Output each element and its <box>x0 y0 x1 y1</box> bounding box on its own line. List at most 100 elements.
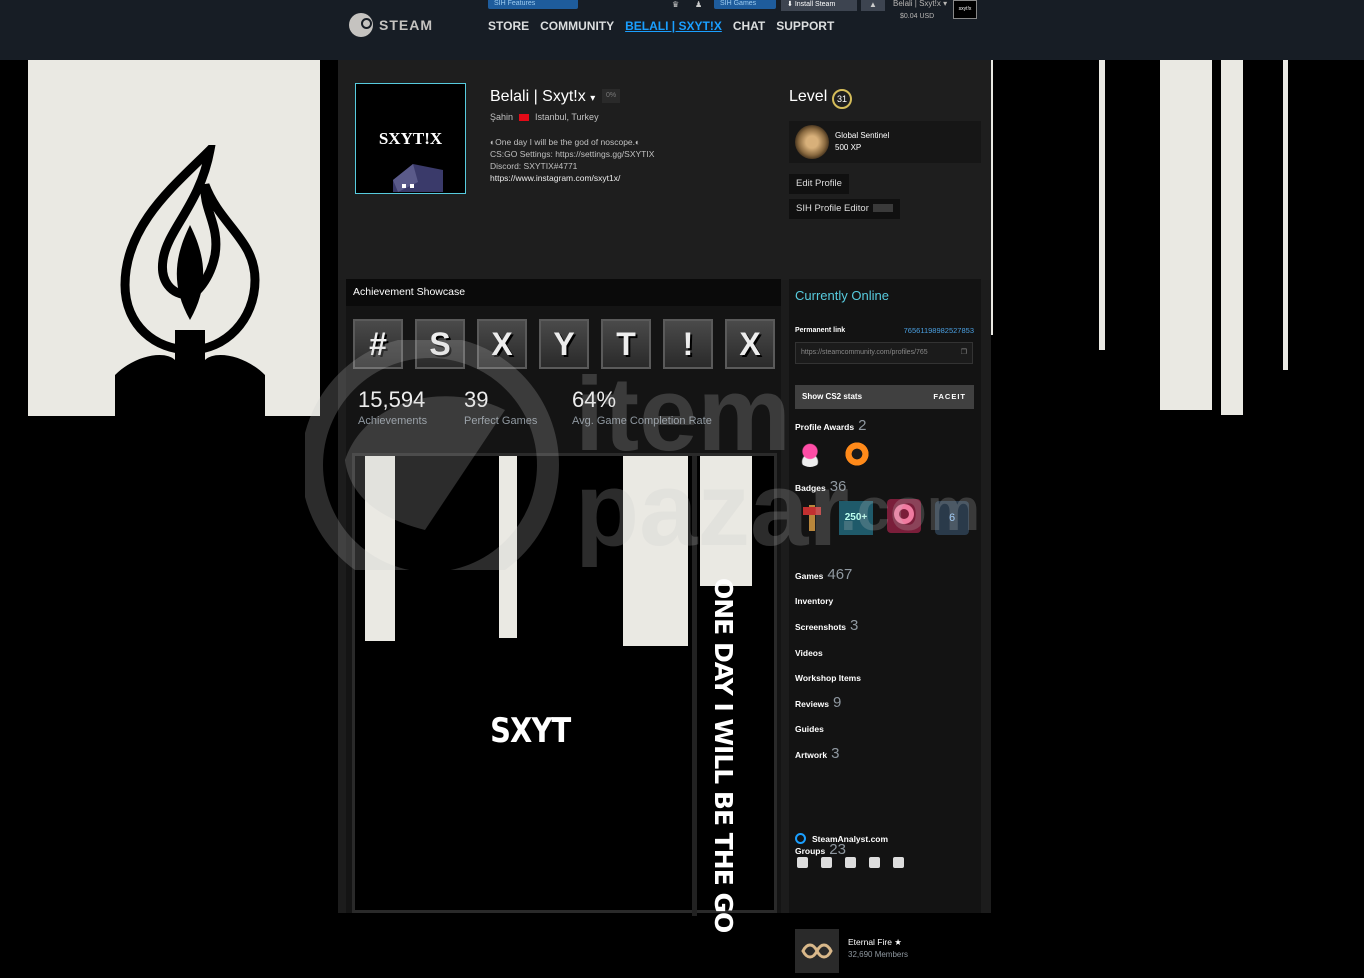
house-icon <box>393 164 443 192</box>
top-navigation-bar: SIH Features SIH Games ♛ ♟ ⬇ Install Ste… <box>0 0 1364 60</box>
background-stripe <box>1160 60 1212 410</box>
nav-store[interactable]: STORE <box>488 19 529 33</box>
steam-logo-text: STEAM <box>379 17 433 33</box>
group-members: 32,690 Members <box>848 950 909 959</box>
account-menu[interactable]: Belali | Sxyt!x ▾ <box>893 0 947 8</box>
nav-profile[interactable]: BELALI | SXYT!X <box>625 19 722 33</box>
artwork-stripe <box>623 456 688 646</box>
install-steam-label: Install Steam <box>794 1 836 8</box>
games-link[interactable]: Games 467 <box>795 566 852 583</box>
service-badge-icon[interactable]: 6 <box>935 501 969 535</box>
showcase-title: Achievement Showcase <box>346 279 781 306</box>
permanent-link-id[interactable]: 76561198982527853 <box>904 326 974 335</box>
stat-value: 39 <box>464 387 489 412</box>
artwork-link[interactable]: Artwork 3 <box>795 745 839 762</box>
level-label: Level <box>789 88 828 105</box>
achievement-tile[interactable]: Y <box>539 319 589 369</box>
badges-link[interactable]: Badges 36 <box>795 478 846 495</box>
group-avatar[interactable] <box>795 929 839 973</box>
global-sentinel-icon <box>795 125 829 159</box>
artwork-showcase[interactable]: SXYT ONE DAY I WILL BE THE GO <box>352 453 777 932</box>
artwork-stripe <box>499 456 517 638</box>
artwork-stripe <box>700 456 752 586</box>
sih-editor-label: SIH Profile Editor <box>796 203 869 214</box>
nav-community[interactable]: COMMUNITY <box>540 19 614 33</box>
favorite-badge[interactable]: Global Sentinel 500 XP <box>789 121 981 163</box>
permanent-link-field[interactable]: https://steamcommunity.com/profiles/765 ❐ <box>795 342 973 364</box>
videos-link[interactable]: Videos <box>795 648 823 658</box>
summary-line: ◐One day I will be the god of noscope.◐ <box>490 137 641 147</box>
account-avatar[interactable]: sxyt!x <box>953 0 977 19</box>
profile-avatar[interactable]: SXYT!X <box>355 83 466 194</box>
stat-perfect-games: 39 Perfect Games <box>464 387 537 427</box>
badge-xp: 500 XP <box>835 143 862 152</box>
toggle-switch[interactable] <box>872 204 893 213</box>
achievement-tile[interactable]: # <box>353 319 403 369</box>
external-tool-icons <box>797 857 904 868</box>
profile-awards-link[interactable]: Profile Awards 2 <box>795 417 866 434</box>
shield-icon[interactable] <box>893 857 904 868</box>
achievement-tile[interactable]: ! <box>663 319 713 369</box>
guides-link[interactable]: Guides <box>795 724 824 734</box>
sih-features-button[interactable]: SIH Features <box>488 0 578 9</box>
copy-icon[interactable]: ❐ <box>961 343 967 363</box>
reviews-count: 9 <box>833 694 842 711</box>
cs2-stats-label: Show CS2 stats <box>802 392 863 401</box>
group-name[interactable]: Eternal Fire ★ <box>848 937 902 948</box>
workshop-items-link[interactable]: Workshop Items <box>795 673 861 683</box>
groups-count: 23 <box>829 841 846 858</box>
screenshots-link[interactable]: Screenshots 3 <box>795 617 858 634</box>
notification-icon[interactable]: ♟ <box>695 0 707 9</box>
heart-award-icon[interactable] <box>797 441 823 467</box>
profile-location: Şahin Istanbul, Turkey <box>490 112 599 122</box>
profile-name-text: Belali | Sxyt!x <box>490 88 586 105</box>
stat-completion-rate: 64% Avg. Game Completion Rate <box>572 387 712 427</box>
achievement-tile[interactable]: T <box>601 319 651 369</box>
csgo-stats-icon[interactable] <box>797 857 808 868</box>
wallet-balance: $0.04 USD <box>900 13 935 20</box>
lifebuoy-award-icon[interactable] <box>844 441 870 467</box>
bell-icon[interactable]: ▲ <box>861 0 885 11</box>
main-nav: STORE COMMUNITY BELALI | SXYT!X CHAT SUP… <box>488 19 834 33</box>
sih-games-button[interactable]: SIH Games <box>714 0 776 9</box>
instagram-link[interactable]: https://www.instagram.com/sxyt1x/ <box>490 172 654 184</box>
install-steam-button[interactable]: ⬇ Install Steam <box>781 0 857 11</box>
artwork-divider <box>692 456 697 916</box>
level-badge[interactable]: 31 <box>832 89 852 109</box>
show-cs2-stats-button[interactable]: Show CS2 stats FACEIT <box>795 385 974 409</box>
games-count: 467 <box>827 566 853 583</box>
background-stripe <box>1099 60 1105 350</box>
stat-value: 15,594 <box>358 387 426 412</box>
achievement-tiles: # S X Y T ! X <box>353 319 775 369</box>
groups-link[interactable]: Groups 23 <box>795 841 846 858</box>
steam-logo-icon <box>349 13 373 37</box>
shop-icon[interactable]: ♛ <box>672 0 684 9</box>
stat-label: Achievements <box>358 415 428 427</box>
sih-profile-editor-button[interactable]: SIH Profile Editor <box>789 199 900 219</box>
badge-name: Global Sentinel <box>835 131 890 140</box>
permanent-link-url: https://steamcommunity.com/profiles/765 <box>801 349 928 356</box>
permanent-link-label: Permanent link <box>795 327 846 334</box>
flame-icon <box>115 145 265 420</box>
profile-header: SXYT!X Belali | Sxyt!x ▾ 0% Şahin Istanb… <box>338 60 991 280</box>
nav-support[interactable]: SUPPORT <box>776 19 834 33</box>
inventory-link[interactable]: Inventory <box>795 596 833 606</box>
steam-logo[interactable]: STEAM <box>349 13 433 37</box>
years-badge-icon[interactable]: 250+ <box>839 501 873 535</box>
steam-2025-badge-icon[interactable] <box>887 499 921 533</box>
profile-name[interactable]: Belali | Sxyt!x ▾ <box>490 88 595 106</box>
stat-label: Perfect Games <box>464 415 538 427</box>
chevron-down-icon[interactable]: ▾ <box>590 93 595 104</box>
achievement-tile[interactable]: S <box>415 319 465 369</box>
achievement-tile[interactable]: X <box>477 319 527 369</box>
list-icon[interactable] <box>845 857 856 868</box>
target-icon[interactable] <box>821 857 832 868</box>
reviews-link[interactable]: Reviews 9 <box>795 694 841 711</box>
screenshots-count: 3 <box>850 617 859 634</box>
profile-awards-count: 2 <box>858 417 867 434</box>
hammer-badge-icon[interactable] <box>795 501 829 535</box>
achievement-tile[interactable]: X <box>725 319 775 369</box>
bracket-icon[interactable] <box>869 857 880 868</box>
nav-chat[interactable]: CHAT <box>733 19 765 33</box>
edit-profile-button[interactable]: Edit Profile <box>789 174 849 194</box>
